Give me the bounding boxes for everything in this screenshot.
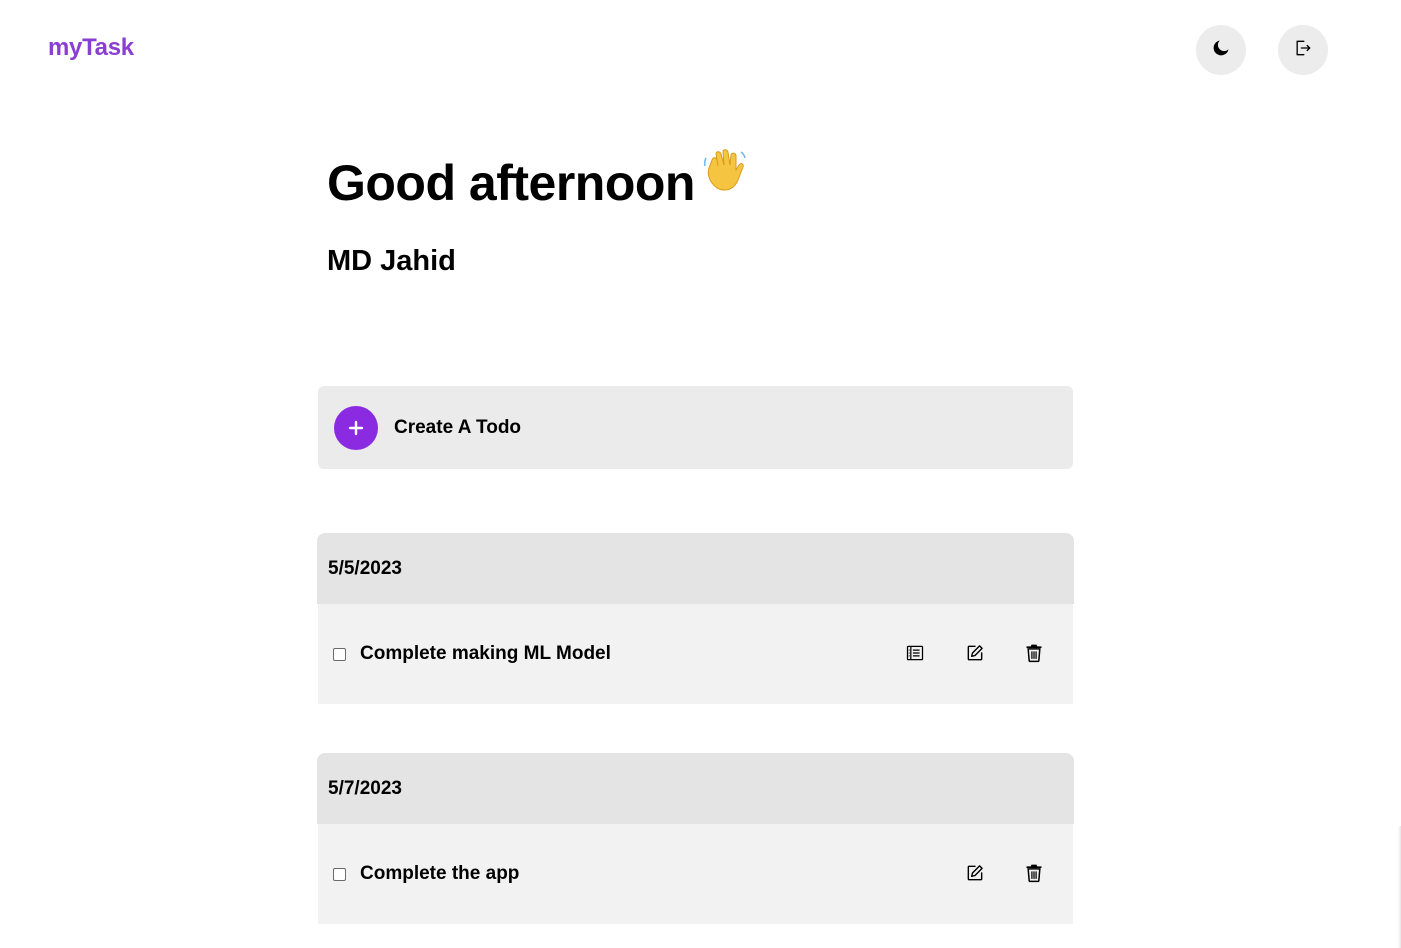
- greeting: Good afternoon: [327, 148, 747, 216]
- create-todo-button[interactable]: Create A Todo: [318, 386, 1073, 469]
- todo-checkbox[interactable]: [333, 647, 346, 661]
- todo-group: 5/7/2023 Complete the app: [317, 753, 1074, 924]
- todo-group: 5/5/2023 Complete making ML Model: [317, 533, 1074, 704]
- app-logo[interactable]: myTask: [48, 34, 134, 62]
- group-date: 5/7/2023: [328, 777, 402, 799]
- group-header: 5/7/2023: [317, 753, 1074, 824]
- trash-icon[interactable]: [1023, 862, 1045, 884]
- page: myTask Good afternoon MD Jahid Create A …: [0, 0, 1401, 948]
- plus-icon[interactable]: [334, 405, 378, 450]
- edit-icon[interactable]: [964, 642, 986, 664]
- group-date: 5/5/2023: [328, 557, 402, 579]
- trash-icon[interactable]: [1023, 642, 1045, 664]
- details-icon[interactable]: [904, 642, 926, 664]
- edit-icon[interactable]: [964, 862, 986, 884]
- create-todo-label: Create A Todo: [394, 416, 522, 438]
- todo-checkbox[interactable]: [333, 867, 346, 881]
- theme-toggle-button[interactable]: [1196, 25, 1246, 75]
- user-name: MD Jahid: [327, 245, 456, 277]
- waving-hand-icon: [703, 148, 747, 201]
- logout-button[interactable]: [1278, 25, 1328, 75]
- moon-icon: [1211, 38, 1231, 63]
- greeting-title: Good afternoon: [327, 155, 695, 211]
- logout-icon: [1293, 38, 1313, 63]
- group-header: 5/5/2023: [317, 533, 1074, 604]
- todo-text: Complete the app: [360, 863, 520, 884]
- todo-item: Complete the app: [318, 824, 1073, 924]
- todo-item: Complete making ML Model: [318, 604, 1073, 704]
- todo-text: Complete making ML Model: [360, 643, 611, 664]
